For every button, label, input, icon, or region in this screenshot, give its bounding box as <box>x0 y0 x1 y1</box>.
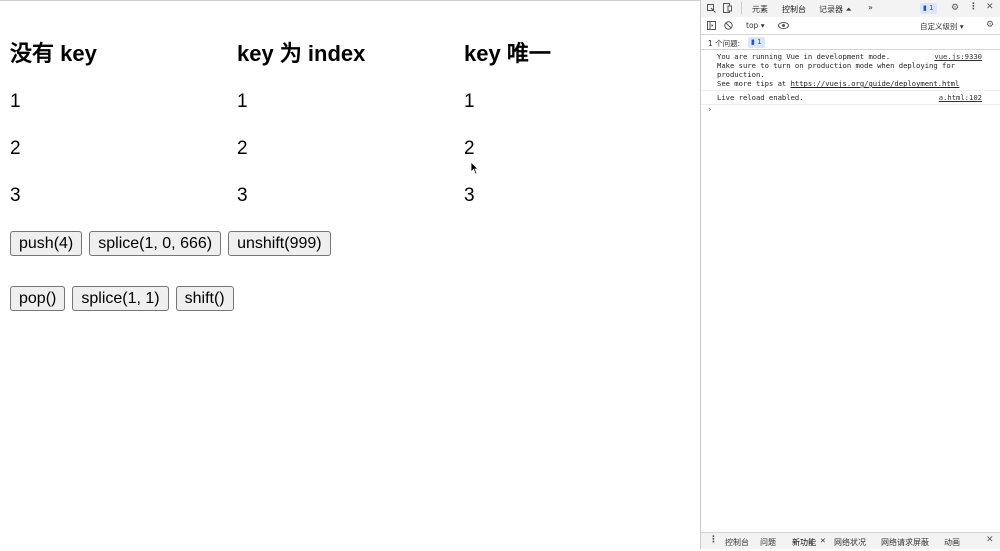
drawer-tab-network-conditions[interactable]: 网络状况 <box>834 537 866 548</box>
chevron-down-icon: ▾ <box>760 21 765 30</box>
drawer-tab-animations[interactable]: 动画 <box>944 537 960 548</box>
message-source-link[interactable]: vue.js:9330 <box>934 52 982 61</box>
console-message: You are running Vue in development mode.… <box>701 50 1000 91</box>
list-item: 2 <box>237 138 248 159</box>
devtools-tabbar: 元素 控制台 记录器 ⏶ » ▮ 1 ⚙ ⋮ ✕ <box>701 0 1000 20</box>
console-toolbar: top ▾ 过滤 自定义级别 ▾ ⚙ <box>701 17 1000 50</box>
log-levels-dropdown[interactable]: 自定义级别 ▾ <box>920 21 964 32</box>
tab-recorder[interactable]: 记录器 ⏶ <box>819 4 852 15</box>
console-output: You are running Vue in development mode.… <box>701 50 1000 117</box>
message-text: production. <box>717 70 765 79</box>
vue-demo-page: 没有 key 1 2 3 key 为 index 1 2 3 key 唯一 1 … <box>0 0 700 549</box>
device-toolbar-icon[interactable] <box>723 3 732 13</box>
issues-label: 1 个问题: <box>708 39 741 48</box>
context-selector[interactable]: top ▾ <box>746 21 764 30</box>
splice-remove-button[interactable]: splice(1, 1) <box>72 286 169 311</box>
context-value: top <box>746 21 759 30</box>
message-icon: ▮ <box>751 38 755 46</box>
drawer-tab-request-blocking[interactable]: 网络请求屏蔽 <box>881 537 929 548</box>
column-heading: key 唯一 <box>464 41 551 66</box>
tab-console[interactable]: 控制台 <box>779 4 809 20</box>
issues-count: 1 <box>757 38 762 46</box>
list-item: 1 <box>10 91 21 112</box>
message-source-link[interactable]: a.html:102 <box>939 93 982 102</box>
remove-buttons-row: pop() splice(1, 1) shift() <box>10 286 234 311</box>
message-text-prefix: See more tips at <box>717 79 791 88</box>
list-item: 2 <box>464 138 475 159</box>
list-item: 3 <box>464 185 475 206</box>
deployment-guide-link[interactable]: https://vuejs.org/guide/deployment.html <box>791 79 960 88</box>
drawer-tabbar: ⋮ 控制台 问题 新功能 ✕ 网络状况 网络请求屏蔽 动画 ✕ <box>701 532 1000 551</box>
more-tabs-icon[interactable]: » <box>868 3 873 12</box>
drawer-tab-whats-new[interactable]: 新功能 <box>789 533 828 551</box>
kebab-menu-icon[interactable]: ⋮ <box>969 3 978 12</box>
console-settings-gear-icon[interactable]: ⚙ <box>986 21 994 30</box>
console-prompt-icon: › <box>707 105 713 115</box>
issues-badge[interactable]: ▮ 1 <box>920 3 937 14</box>
shift-button[interactable]: shift() <box>175 286 234 311</box>
list-item: 2 <box>10 138 21 159</box>
add-buttons-row: push(4) splice(1, 0, 666) unshift(999) <box>10 231 331 256</box>
list-item: 3 <box>10 185 21 206</box>
pop-button[interactable]: pop() <box>10 286 66 311</box>
issues-count-badge[interactable]: ▮ 1 <box>748 37 765 48</box>
list-item: 1 <box>237 91 248 112</box>
splice-insert-button[interactable]: splice(1, 0, 666) <box>89 231 222 256</box>
unshift-button[interactable]: unshift(999) <box>228 231 331 256</box>
close-icon[interactable]: ✕ <box>986 3 994 12</box>
column-heading: key 为 index <box>237 41 366 66</box>
mouse-cursor-icon <box>470 161 479 175</box>
sidebar-toggle-icon[interactable] <box>707 21 716 30</box>
issues-badge-count: 1 <box>929 4 934 12</box>
console-prompt-line[interactable]: › <box>701 105 1000 117</box>
drawer-close-icon[interactable]: ✕ <box>986 536 994 545</box>
drawer-tab-console[interactable]: 控制台 <box>725 537 749 548</box>
inspect-element-icon[interactable] <box>707 4 716 13</box>
message-icon: ▮ <box>923 4 927 12</box>
list-item: 3 <box>237 185 248 206</box>
tab-elements[interactable]: 元素 <box>752 4 768 15</box>
settings-gear-icon[interactable]: ⚙ <box>951 4 959 13</box>
push-button[interactable]: push(4) <box>10 231 83 256</box>
message-text: See more tips at https://vuejs.org/guide… <box>717 79 982 88</box>
issues-bar: 1 个问题: ▮ 1 <box>701 35 1000 50</box>
drawer-tab-issues[interactable]: 问题 <box>760 537 776 548</box>
drawer-tab-close-icon[interactable]: ✕ <box>820 537 826 545</box>
list-item: 1 <box>464 91 475 112</box>
devtools-panel: 元素 控制台 记录器 ⏶ » ▮ 1 ⚙ ⋮ ✕ top ▾ 过滤 自定义级别 … <box>700 0 1000 551</box>
message-text: Make sure to turn on production mode whe… <box>717 61 955 70</box>
drawer-menu-icon[interactable]: ⋮ <box>709 536 718 545</box>
live-expression-eye-icon[interactable] <box>778 22 789 29</box>
column-heading: 没有 key <box>10 41 97 66</box>
console-message: Live reload enabled. a.html:102 <box>701 91 1000 105</box>
clear-console-icon[interactable] <box>724 21 733 30</box>
